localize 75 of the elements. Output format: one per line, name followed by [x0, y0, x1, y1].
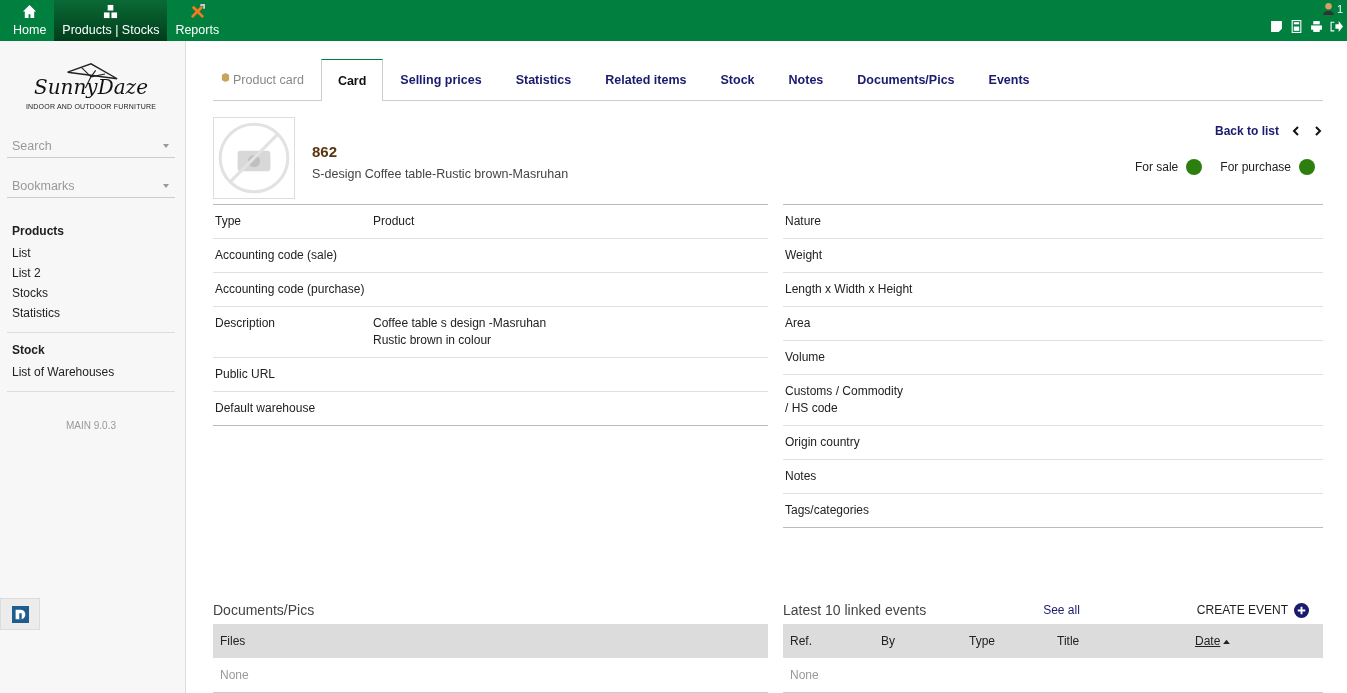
sidebar-item[interactable]: List of Warehouses: [12, 365, 170, 379]
product-label: S-design Coffee table-Rustic brown-Masruhan: [312, 167, 569, 181]
field-value: Product: [373, 213, 415, 230]
tab[interactable]: Documents/Pics: [840, 59, 972, 100]
tab[interactable]: Product card: [213, 59, 321, 100]
empty-text: None: [790, 668, 819, 682]
tab[interactable]: Statistics: [498, 59, 589, 100]
field-label: Accounting code (sale): [215, 247, 339, 264]
field-label: Origin country: [785, 434, 860, 451]
caret-icon: [163, 184, 169, 188]
menu-tab[interactable]: Products | Stocks: [54, 0, 168, 41]
previous-icon[interactable]: [1291, 126, 1301, 136]
field-label: Public URL: [215, 366, 277, 383]
field-label: Description: [215, 315, 277, 332]
back-link[interactable]: Back to list: [1214, 124, 1279, 138]
section-title[interactable]: Stock: [12, 343, 170, 357]
sidebar-item[interactable]: Stocks: [12, 286, 170, 300]
status-label: For sale: [1134, 160, 1179, 174]
field-label: Notes: [785, 468, 817, 485]
sidebar-item[interactable]: List: [12, 246, 170, 260]
tab[interactable]: Notes: [771, 59, 841, 100]
field-label: Nature: [785, 213, 822, 230]
tab[interactable]: Stock: [703, 59, 772, 100]
status-dot[interactable]: [1299, 159, 1315, 175]
version-label: MAIN 9.0.3: [65, 420, 117, 431]
field-label: Area: [785, 315, 811, 332]
field-label: Volume: [785, 349, 826, 366]
field-label: Length x Width x Height: [785, 281, 913, 298]
section-title: Documents/Pics: [213, 602, 315, 618]
tab[interactable]: Events: [971, 59, 1047, 100]
box-icon: [221, 72, 230, 83]
field-label: Customs / Commodity / HS code: [785, 383, 904, 417]
status-dot[interactable]: [1186, 159, 1203, 175]
logout-icon[interactable]: [1330, 20, 1343, 33]
field-label: Default warehouse: [215, 400, 317, 417]
next-icon[interactable]: [1313, 126, 1323, 136]
empty-text: None: [220, 668, 249, 682]
note-icon[interactable]: [1270, 20, 1283, 33]
sort-header[interactable]: Date: [1195, 634, 1286, 648]
product-ref: 862: [312, 143, 339, 160]
no-photo-icon: [213, 117, 295, 199]
tab[interactable]: Card: [320, 59, 384, 101]
field-label: Type: [215, 213, 242, 230]
section-title[interactable]: Products: [12, 224, 170, 238]
menu-tab[interactable]: Reports: [167, 0, 228, 41]
column-header: Type: [969, 634, 996, 648]
sidebar-item[interactable]: List 2: [12, 266, 170, 280]
d-logo-icon: [11, 605, 29, 623]
field-label: Weight: [785, 247, 823, 264]
status-label: For purchase: [1220, 160, 1291, 174]
home-icon: [22, 4, 38, 19]
tab[interactable]: Selling prices: [383, 59, 499, 100]
user-count: 1: [1336, 2, 1343, 15]
tools-icon: [189, 4, 205, 19]
sort-ascending-icon: [1223, 638, 1231, 644]
field-label: Accounting code (purchase): [215, 281, 366, 298]
menu-tab[interactable]: Home: [5, 0, 55, 41]
column-header: Files: [220, 634, 246, 648]
column-header: Title: [1057, 634, 1081, 648]
create-event-button[interactable]: CREATE EVENT: [1196, 602, 1309, 618]
sidebar-item[interactable]: Statistics: [12, 306, 170, 320]
column-header: By: [881, 634, 896, 648]
print-icon[interactable]: [1310, 20, 1323, 33]
debug-button[interactable]: [0, 598, 40, 630]
caret-icon: [163, 144, 169, 148]
field-value: Coffee table s design -Masruhan Rustic brown in colour: [373, 315, 547, 349]
boxes-icon: [103, 4, 119, 19]
user-icon[interactable]: [1321, 2, 1335, 15]
tab[interactable]: Related items: [588, 59, 704, 100]
plus-icon: [1294, 602, 1309, 618]
see-all-link[interactable]: See all: [1043, 603, 1080, 617]
column-header: Ref.: [790, 634, 813, 648]
field-label: Tags/categories: [785, 502, 870, 519]
calculator-icon[interactable]: [1290, 20, 1303, 33]
section-title: Latest 10 linked events: [783, 602, 927, 618]
